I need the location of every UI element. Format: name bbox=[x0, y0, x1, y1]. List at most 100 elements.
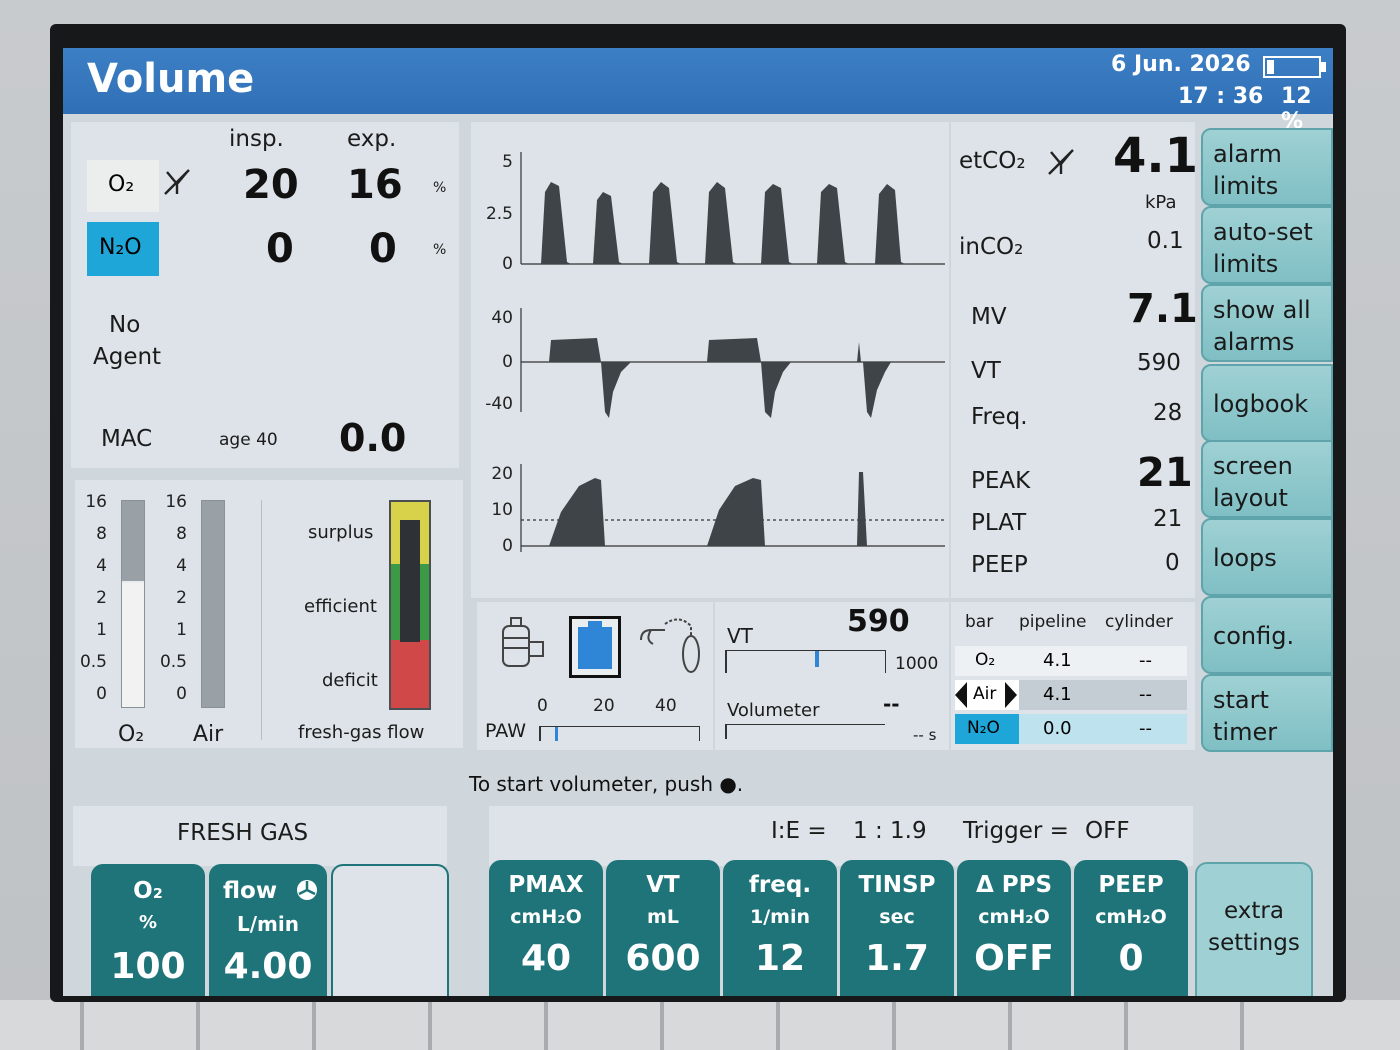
date: 6 Jun. 2026 bbox=[1111, 52, 1251, 77]
menu-button-line2: limits bbox=[1213, 250, 1279, 278]
gas-panel: insp. exp. O₂ 20 16 % N₂O 0 0 % No Agent… bbox=[71, 122, 459, 468]
paw-tick-label: 20 bbox=[593, 696, 615, 716]
menu-button-3[interactable]: show all alarms bbox=[1201, 284, 1333, 362]
fresh-gas-o2-unit: % bbox=[138, 912, 158, 933]
vent-param-value: 0 bbox=[1118, 938, 1144, 979]
vent-param-value: OFF bbox=[974, 938, 1054, 979]
vent-param-value: 12 bbox=[754, 938, 806, 979]
vent-param-label: Δ PPS bbox=[975, 872, 1053, 898]
air-flow-tube bbox=[201, 500, 225, 708]
menu-button-line1: config. bbox=[1213, 622, 1295, 650]
fresh-gas-o2-label: O₂ bbox=[133, 878, 163, 904]
flow-tick-label: 8 bbox=[176, 524, 187, 544]
table-row: O₂ 4.1 -- bbox=[955, 646, 1187, 676]
patient-circuit-icon bbox=[640, 618, 700, 673]
vent-param-unit: cmH₂O bbox=[1095, 906, 1167, 928]
mini-vt-max: 1000 bbox=[895, 654, 939, 674]
fresh-gas-flow-label: fresh-gas flow bbox=[298, 722, 425, 743]
exp-header: exp. bbox=[347, 126, 397, 152]
menu-button-line1: screen bbox=[1213, 452, 1293, 480]
peep-label: PEEP bbox=[971, 552, 1028, 578]
n2o-insp-value: 0 bbox=[266, 226, 294, 272]
waveform-tick-label: 2.5 bbox=[485, 204, 513, 224]
ventilation-parameter-row: PMAX cmH₂O 40 VT mL 600 freq. 1/min 12 TINSP sec 1.… bbox=[489, 860, 1193, 996]
flow-tick-label: 16 bbox=[165, 492, 187, 512]
dial-icon bbox=[297, 880, 317, 900]
supply-gas: Air bbox=[973, 684, 997, 704]
battery-percent: 12 % bbox=[1281, 84, 1312, 134]
menu-button-line1: alarm bbox=[1213, 140, 1282, 168]
flow-tick-label: 16 bbox=[85, 492, 107, 512]
bellows-icon[interactable] bbox=[569, 616, 621, 678]
menu-button-line1: logbook bbox=[1213, 390, 1309, 418]
time: 17 : 36 bbox=[1178, 84, 1264, 109]
n2o-label: N₂O bbox=[99, 235, 142, 260]
flow-tick-label: 0.5 bbox=[79, 652, 107, 672]
alarm-off-icon bbox=[164, 169, 190, 195]
menu-button-6[interactable]: loops bbox=[1201, 518, 1333, 596]
supply-pipeline: 4.1 bbox=[1043, 684, 1072, 705]
fresh-gas-flow-unit: L/min bbox=[237, 912, 299, 936]
menu-button-5[interactable]: screen layout bbox=[1201, 440, 1333, 518]
paw-label: PAW bbox=[485, 720, 526, 742]
trigger-value: OFF bbox=[1085, 818, 1130, 844]
fresh-gas-flow-value: 4.00 bbox=[223, 946, 313, 987]
vent-param-button-4[interactable]: TINSP sec 1.7 bbox=[840, 860, 954, 996]
vent-param-button-1[interactable]: PMAX cmH₂O 40 bbox=[489, 860, 603, 996]
vent-param-unit: sec bbox=[879, 906, 915, 928]
o2-tag: O₂ bbox=[87, 160, 159, 212]
ie-value: 1 : 1.9 bbox=[853, 818, 927, 844]
waveform-tick-label: 20 bbox=[491, 464, 513, 484]
flow-tick-label: 0.5 bbox=[159, 652, 187, 672]
supply-gas: O₂ bbox=[975, 650, 996, 670]
efficient-label: efficient bbox=[304, 596, 377, 617]
fresh-gas-o2-value: 100 bbox=[110, 946, 186, 987]
flow-tick-label: 2 bbox=[176, 588, 187, 608]
menu-button-1[interactable]: alarm limits bbox=[1201, 128, 1333, 206]
menu-button-4[interactable]: logbook bbox=[1201, 364, 1333, 442]
extra-line1: extra bbox=[1224, 898, 1284, 924]
vent-param-button-5[interactable]: Δ PPS cmH₂O OFF bbox=[957, 860, 1071, 996]
o2-exp-value: 16 bbox=[347, 162, 403, 208]
o2-tube-label: O₂ bbox=[118, 722, 145, 747]
menu-button-8[interactable]: start timer bbox=[1201, 674, 1333, 752]
insp-header: insp. bbox=[229, 126, 284, 152]
waveform-graphs bbox=[520, 152, 945, 552]
supply-header-cylinder: cylinder bbox=[1105, 612, 1173, 632]
trigger-label: Trigger = bbox=[963, 818, 1069, 844]
air-tube-label: Air bbox=[193, 722, 224, 747]
table-row: Air 4.1 -- bbox=[955, 680, 1187, 710]
battery-icon bbox=[1263, 56, 1326, 78]
volumeter-scale bbox=[725, 724, 885, 739]
waveform-tick-label: 5 bbox=[502, 152, 513, 172]
table-row: N₂O 0.0 -- bbox=[955, 714, 1187, 744]
waveform-panel: 5 2.5 0 40 0 -40 20 10 0 bbox=[471, 122, 949, 598]
vent-param-button-6[interactable]: PEEP cmH₂O 0 bbox=[1074, 860, 1188, 996]
flow-waveform bbox=[549, 338, 891, 418]
vt-label: VT bbox=[971, 358, 1001, 384]
extra-settings-button[interactable]: extra settings bbox=[1195, 862, 1313, 996]
flow-tick-label: 8 bbox=[96, 524, 107, 544]
flow-tick-label: 0 bbox=[96, 684, 107, 704]
supply-gas: N₂O bbox=[967, 718, 1000, 738]
n2o-exp-value: 0 bbox=[369, 226, 397, 272]
vent-param-button-2[interactable]: VT mL 600 bbox=[606, 860, 720, 996]
mini-vt-value: 590 bbox=[847, 604, 910, 639]
flow-tick-label: 1 bbox=[176, 620, 187, 640]
vent-param-button-3[interactable]: freq. 1/min 12 bbox=[723, 860, 837, 996]
fresh-gas-o2-button[interactable]: O₂ % 100 bbox=[91, 864, 205, 996]
menu-button-2[interactable]: auto-set limits bbox=[1201, 206, 1333, 284]
vt-scale bbox=[725, 650, 886, 673]
fresh-gas-flow-label: flow bbox=[223, 878, 278, 904]
menu-button-line1: start bbox=[1213, 686, 1269, 714]
surplus-label: surplus bbox=[308, 522, 374, 543]
fresh-gas-flow-button[interactable]: flow L/min 4.00 bbox=[209, 864, 327, 996]
inco2-label: inCO₂ bbox=[959, 234, 1024, 260]
vent-param-label: TINSP bbox=[858, 872, 936, 898]
vent-param-label: freq. bbox=[748, 872, 812, 898]
menu-button-7[interactable]: config. bbox=[1201, 596, 1333, 674]
supply-header-bar: bar bbox=[965, 612, 994, 632]
paw-waveform bbox=[521, 472, 943, 546]
fresh-gas-title: FRESH GAS bbox=[177, 820, 309, 846]
co2-waveform bbox=[521, 182, 943, 264]
